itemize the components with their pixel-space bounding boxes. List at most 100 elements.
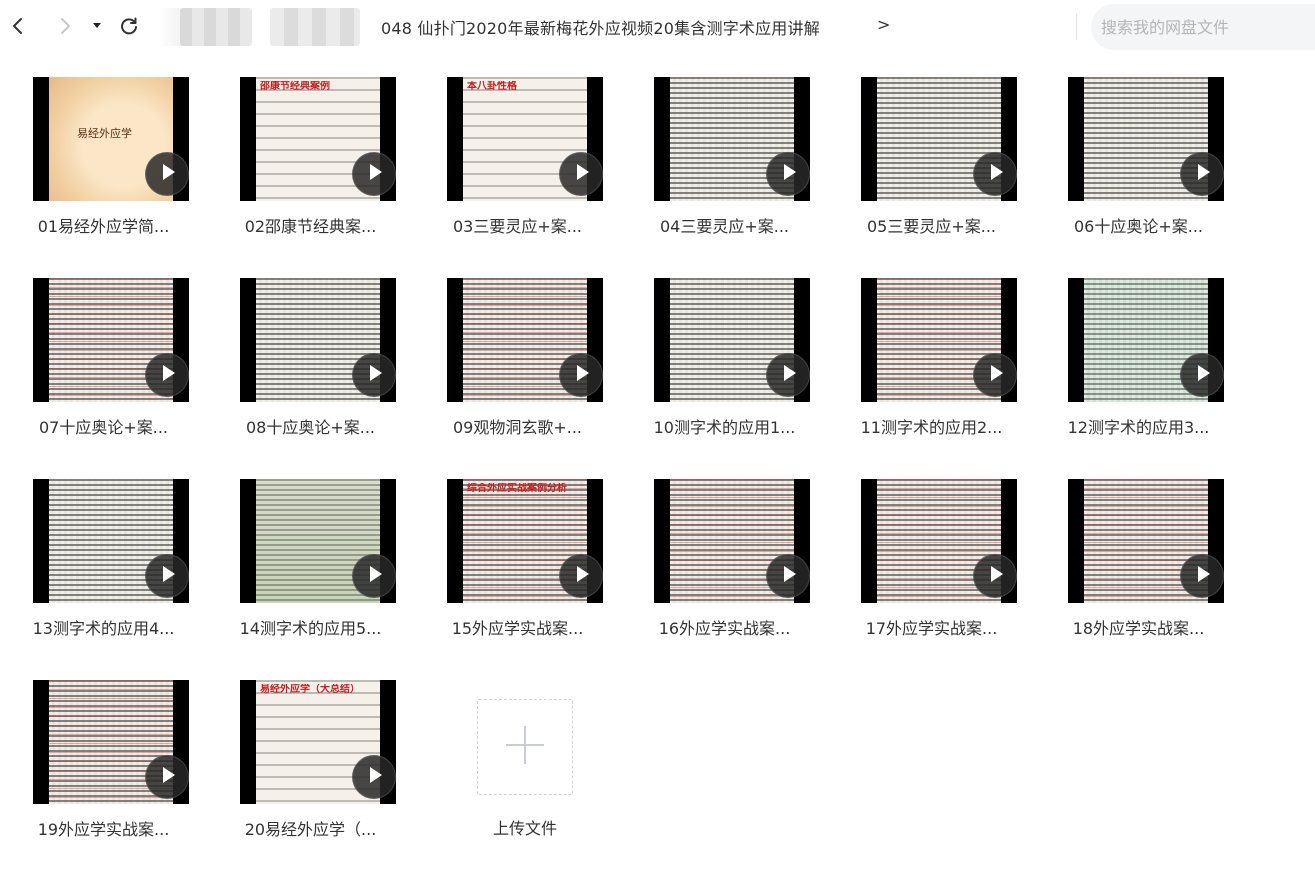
video-thumbnail[interactable] xyxy=(654,278,810,402)
file-item[interactable]: 14测字术的应用5... xyxy=(207,479,414,669)
file-item[interactable]: 易经外应学（大总结） 20易经外应学（... xyxy=(207,680,414,870)
play-button[interactable] xyxy=(1180,353,1224,397)
video-thumbnail[interactable] xyxy=(654,77,810,201)
file-item[interactable]: 19外应学实战案... xyxy=(0,680,207,870)
play-icon xyxy=(779,364,797,386)
file-name[interactable]: 05三要灵应+案... xyxy=(828,213,1035,237)
file-item[interactable]: 邵康节经典案例 02邵康节经典案... xyxy=(207,77,414,267)
file-item[interactable]: 11测字术的应用2... xyxy=(828,278,1035,468)
video-thumbnail[interactable] xyxy=(861,278,1017,402)
file-item[interactable]: 16外应学实战案... xyxy=(621,479,828,669)
video-thumbnail[interactable]: 本八卦性格 xyxy=(447,77,603,201)
play-button[interactable] xyxy=(973,152,1017,196)
play-button[interactable] xyxy=(1180,554,1224,598)
play-button[interactable] xyxy=(559,353,603,397)
file-name[interactable]: 03三要灵应+案... xyxy=(414,213,621,237)
file-name[interactable]: 14测字术的应用5... xyxy=(207,615,414,639)
file-name[interactable]: 10测字术的应用1... xyxy=(621,414,828,438)
video-thumbnail[interactable]: 综合外应实战案例分析 xyxy=(447,479,603,603)
video-thumbnail[interactable] xyxy=(33,479,189,603)
video-thumbnail[interactable] xyxy=(1068,479,1224,603)
forward-button[interactable] xyxy=(52,12,78,40)
file-item[interactable]: 13测字术的应用4... xyxy=(0,479,207,669)
play-button[interactable] xyxy=(766,152,810,196)
file-name[interactable]: 19外应学实战案... xyxy=(0,816,207,840)
video-thumbnail[interactable] xyxy=(33,680,189,804)
file-name[interactable]: 11测字术的应用2... xyxy=(828,414,1035,438)
file-name[interactable]: 20易经外应学（... xyxy=(207,816,414,840)
file-item[interactable]: 10测字术的应用1... xyxy=(621,278,828,468)
play-button[interactable] xyxy=(352,554,396,598)
play-button[interactable] xyxy=(973,554,1017,598)
video-thumbnail[interactable]: 邵康节经典案例 xyxy=(240,77,396,201)
file-item[interactable]: 04三要灵应+案... xyxy=(621,77,828,267)
blurred-breadcrumb-item[interactable] xyxy=(180,8,252,46)
file-item[interactable]: 07十应奥论+案... xyxy=(0,278,207,468)
file-name[interactable]: 08十应奥论+案... xyxy=(207,414,414,438)
file-item[interactable]: 17外应学实战案... xyxy=(828,479,1035,669)
play-button[interactable] xyxy=(766,353,810,397)
file-name[interactable]: 17外应学实战案... xyxy=(828,615,1035,639)
play-button[interactable] xyxy=(1180,152,1224,196)
play-button[interactable] xyxy=(766,554,810,598)
video-thumbnail[interactable] xyxy=(447,278,603,402)
file-name[interactable]: 09观物洞玄歌+... xyxy=(414,414,621,438)
file-item[interactable]: 易经外应学 01易经外应学简... xyxy=(0,77,207,267)
history-dropdown-button[interactable] xyxy=(86,12,108,40)
play-button[interactable] xyxy=(352,152,396,196)
breadcrumb-current-folder[interactable]: 048 仙扑门2020年最新梅花外应视频20集含测字术应用讲解 xyxy=(381,15,820,39)
blurred-breadcrumb-item[interactable] xyxy=(270,8,360,46)
search-input[interactable] xyxy=(1099,16,1303,38)
play-icon xyxy=(365,766,383,788)
video-thumbnail[interactable]: 易经外应学 xyxy=(33,77,189,201)
thumbnail-caption: 本八卦性格 xyxy=(467,81,517,92)
video-thumbnail[interactable] xyxy=(1068,278,1224,402)
video-thumbnail[interactable] xyxy=(861,479,1017,603)
video-thumbnail[interactable] xyxy=(1068,77,1224,201)
play-icon xyxy=(365,364,383,386)
play-button[interactable] xyxy=(145,755,189,799)
play-button[interactable] xyxy=(352,353,396,397)
play-button[interactable] xyxy=(352,755,396,799)
search-box[interactable] xyxy=(1091,4,1315,50)
file-item[interactable]: 08十应奥论+案... xyxy=(207,278,414,468)
file-name[interactable]: 13测字术的应用4... xyxy=(0,615,207,639)
file-name[interactable]: 18外应学实战案... xyxy=(1035,615,1242,639)
file-item[interactable]: 本八卦性格 03三要灵应+案... xyxy=(414,77,621,267)
file-item[interactable]: 09观物洞玄歌+... xyxy=(414,278,621,468)
back-button[interactable] xyxy=(5,12,31,40)
play-button[interactable] xyxy=(145,353,189,397)
file-name[interactable]: 16外应学实战案... xyxy=(621,615,828,639)
video-thumbnail[interactable] xyxy=(240,278,396,402)
refresh-button[interactable] xyxy=(116,12,142,40)
file-name[interactable]: 12测字术的应用3... xyxy=(1035,414,1242,438)
play-button[interactable] xyxy=(145,554,189,598)
upload-file-button[interactable] xyxy=(477,699,573,795)
video-thumbnail[interactable] xyxy=(861,77,1017,201)
play-icon xyxy=(986,565,1004,587)
file-name[interactable]: 01易经外应学简... xyxy=(0,213,207,237)
video-thumbnail[interactable] xyxy=(240,479,396,603)
video-thumbnail[interactable]: 易经外应学（大总结） xyxy=(240,680,396,804)
plus-icon xyxy=(504,724,546,770)
video-thumbnail[interactable] xyxy=(33,278,189,402)
file-item[interactable]: 18外应学实战案... xyxy=(1035,479,1242,669)
file-item[interactable]: 综合外应实战案例分析 15外应学实战案... xyxy=(414,479,621,669)
play-button[interactable] xyxy=(559,554,603,598)
file-name[interactable]: 06十应奥论+案... xyxy=(1035,213,1242,237)
play-button[interactable] xyxy=(145,152,189,196)
file-name[interactable]: 02邵康节经典案... xyxy=(207,213,414,237)
breadcrumb-arrow[interactable]: > xyxy=(877,15,890,34)
thumbnail-caption: 邵康节经典案例 xyxy=(260,81,330,92)
video-thumbnail[interactable] xyxy=(654,479,810,603)
file-item[interactable]: 06十应奥论+案... xyxy=(1035,77,1242,267)
file-item[interactable]: 12测字术的应用3... xyxy=(1035,278,1242,468)
file-name[interactable]: 04三要灵应+案... xyxy=(621,213,828,237)
play-button[interactable] xyxy=(973,353,1017,397)
file-name[interactable]: 07十应奥论+案... xyxy=(0,414,207,438)
play-button[interactable] xyxy=(559,152,603,196)
file-item[interactable]: 05三要灵应+案... xyxy=(828,77,1035,267)
upload-file-label[interactable]: 上传文件 xyxy=(455,815,595,839)
play-icon xyxy=(158,565,176,587)
file-name[interactable]: 15外应学实战案... xyxy=(414,615,621,639)
